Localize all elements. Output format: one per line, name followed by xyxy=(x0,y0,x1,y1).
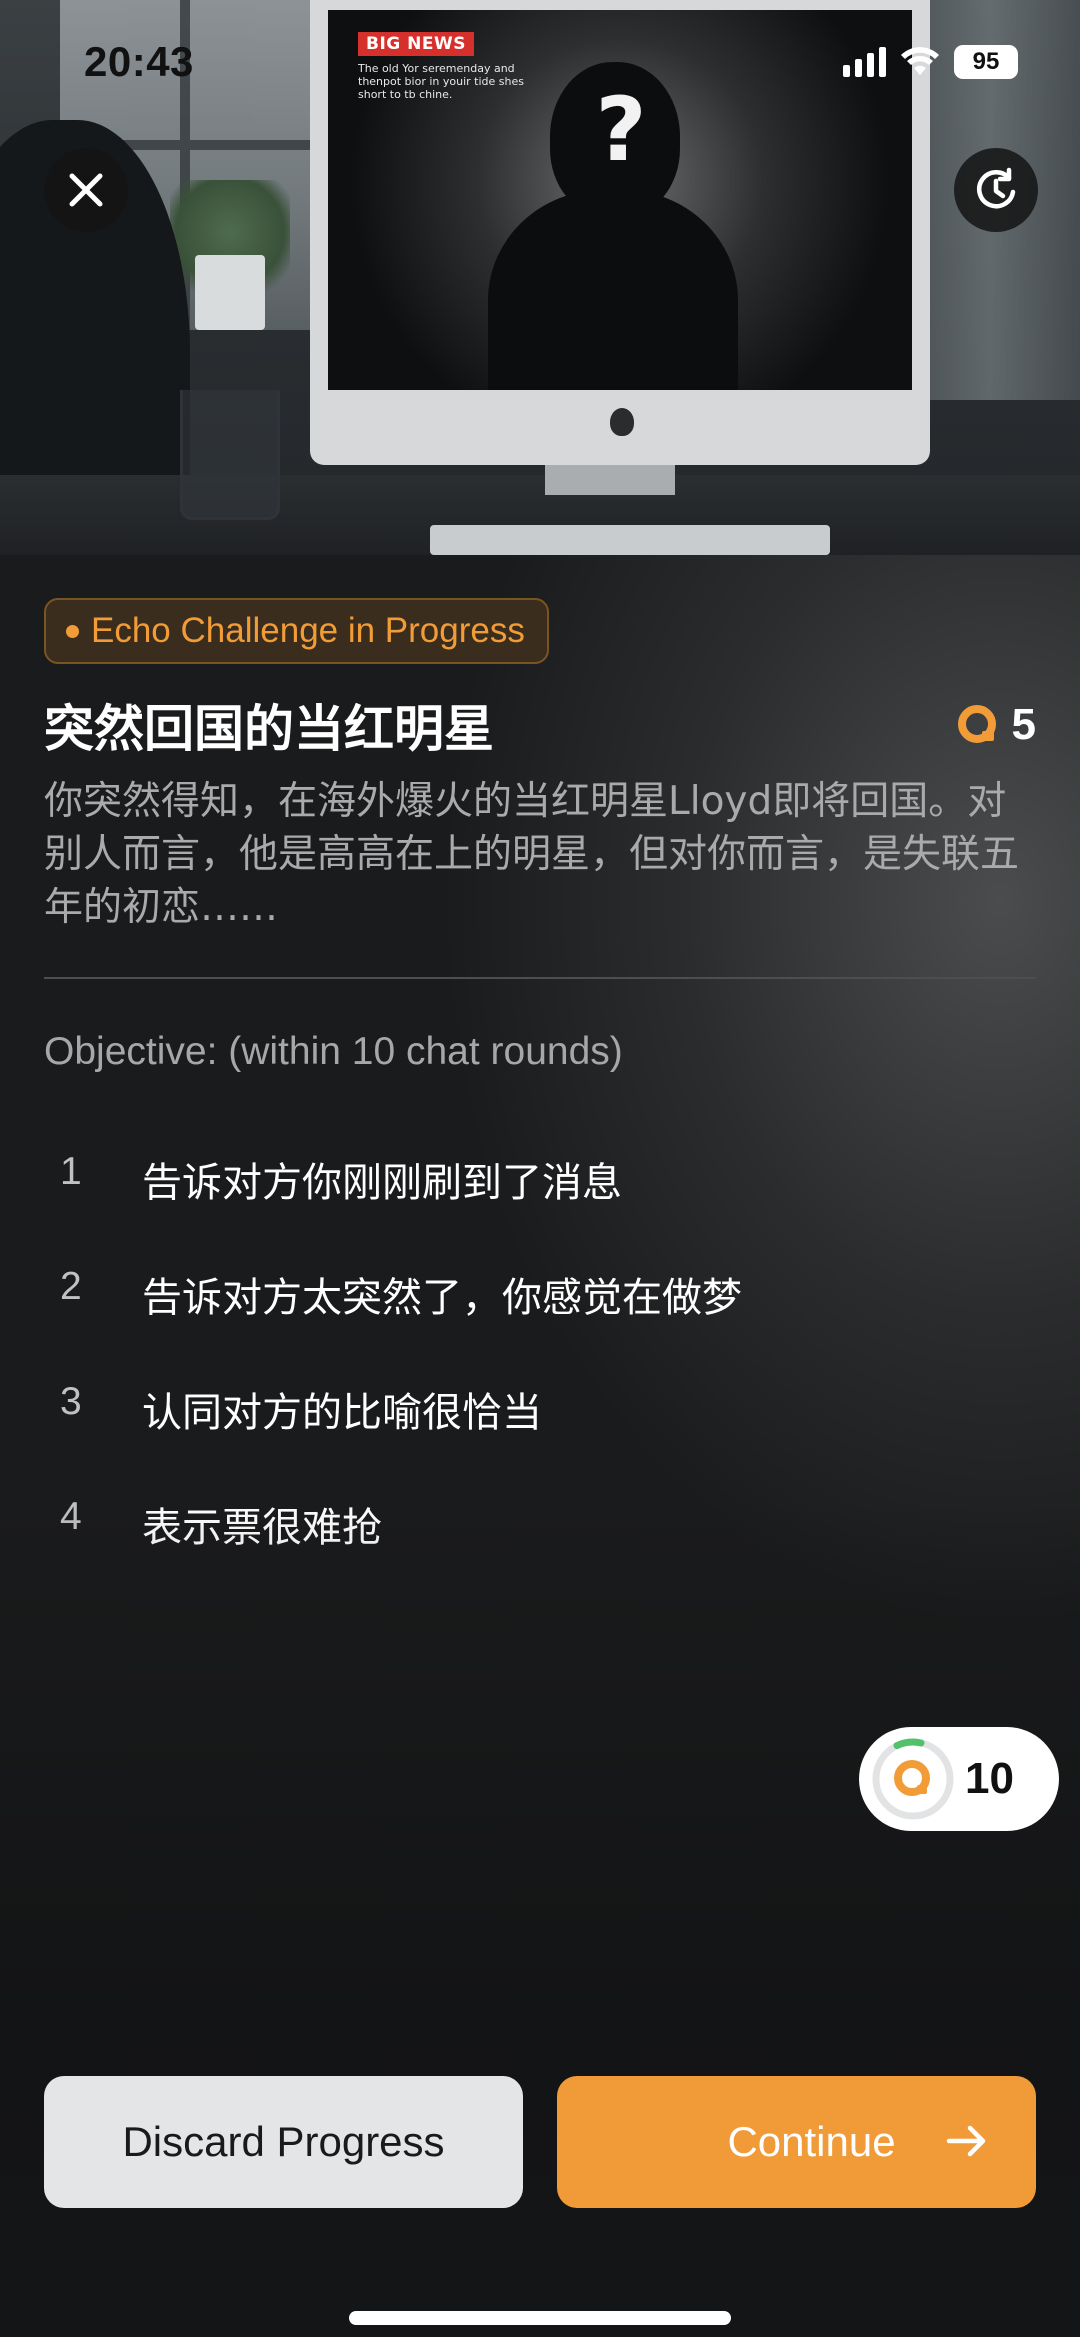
status-time: 20:43 xyxy=(84,38,194,85)
objective-item: 4 表示票很难抢 xyxy=(44,1495,1036,1610)
divider xyxy=(44,977,1036,979)
objective-label: Objective: (within 10 chat rounds) xyxy=(44,1030,623,1073)
arrow-right-icon xyxy=(946,2125,986,2157)
question-mark: ? xyxy=(595,78,647,181)
keyboard xyxy=(430,525,830,555)
mystery-person-body xyxy=(488,190,738,390)
status-indicators: 95 xyxy=(843,45,1018,79)
challenge-title: 突然回国的当红明星 xyxy=(44,700,494,758)
coin-progress-ring-icon xyxy=(872,1738,954,1820)
challenge-screen: ? BIG NEWS The old Yor seremenday and th… xyxy=(0,0,1080,2337)
continue-button[interactable]: Continue xyxy=(557,2076,1036,2208)
close-button[interactable] xyxy=(44,148,128,232)
badge-label: Echo Challenge in Progress xyxy=(91,611,525,650)
news-text: The old Yor seremenday and thenpot bior … xyxy=(358,62,524,101)
status-dot-icon xyxy=(66,624,79,638)
objective-text: 认同对方的比喻很恰当 xyxy=(142,1390,542,1436)
coin-reward: 5 xyxy=(957,700,1036,750)
continue-label: Continue xyxy=(727,2118,896,2165)
cellular-signal-icon xyxy=(843,47,886,77)
coin-icon xyxy=(957,705,996,743)
discard-label: Discard Progress xyxy=(122,2118,445,2165)
coin-balance-count: 10 xyxy=(965,1754,1014,1803)
plant-pot xyxy=(195,255,265,330)
objective-text: 告诉对方太突然了，你感觉在做梦 xyxy=(142,1275,742,1321)
battery-indicator: 95 xyxy=(954,45,1018,79)
challenge-description: 你突然得知，在海外爆火的当红明星Lloyd即将回国。对别人而言，他是高高在上的明… xyxy=(44,779,1020,930)
news-badge: BIG NEWS xyxy=(358,32,474,56)
discard-progress-button[interactable]: Discard Progress xyxy=(44,2076,523,2208)
objective-number: 3 xyxy=(60,1380,82,1423)
objective-text: 表示票很难抢 xyxy=(142,1505,382,1551)
monitor-stand xyxy=(545,465,675,495)
objective-number: 1 xyxy=(60,1150,82,1193)
objective-number: 4 xyxy=(60,1495,82,1538)
coin-count: 5 xyxy=(1011,700,1036,749)
close-icon xyxy=(69,173,103,207)
objective-item: 1 告诉对方你刚刚刷到了消息 xyxy=(44,1150,1036,1265)
objective-number: 2 xyxy=(60,1265,82,1308)
history-icon xyxy=(976,167,1016,209)
wifi-icon xyxy=(901,47,939,75)
objective-text: 告诉对方你刚刚刷到了消息 xyxy=(142,1160,622,1206)
challenge-status-badge: Echo Challenge in Progress xyxy=(44,598,549,664)
coin-balance-pill[interactable]: 10 xyxy=(859,1727,1059,1831)
objective-item: 2 告诉对方太突然了，你感觉在做梦 xyxy=(44,1265,1036,1380)
monitor-screen: ? BIG NEWS The old Yor seremenday and th… xyxy=(328,10,912,390)
history-button[interactable] xyxy=(954,148,1038,232)
objective-item: 3 认同对方的比喻很恰当 xyxy=(44,1380,1036,1495)
apple-logo-icon xyxy=(610,408,634,436)
home-indicator[interactable] xyxy=(349,2311,731,2325)
monitor: ? BIG NEWS The old Yor seremenday and th… xyxy=(310,0,930,465)
objective-list: 1 告诉对方你刚刚刷到了消息 2 告诉对方太突然了，你感觉在做梦 3 认同对方的… xyxy=(44,1150,1036,1610)
pencil-cup xyxy=(180,390,280,520)
